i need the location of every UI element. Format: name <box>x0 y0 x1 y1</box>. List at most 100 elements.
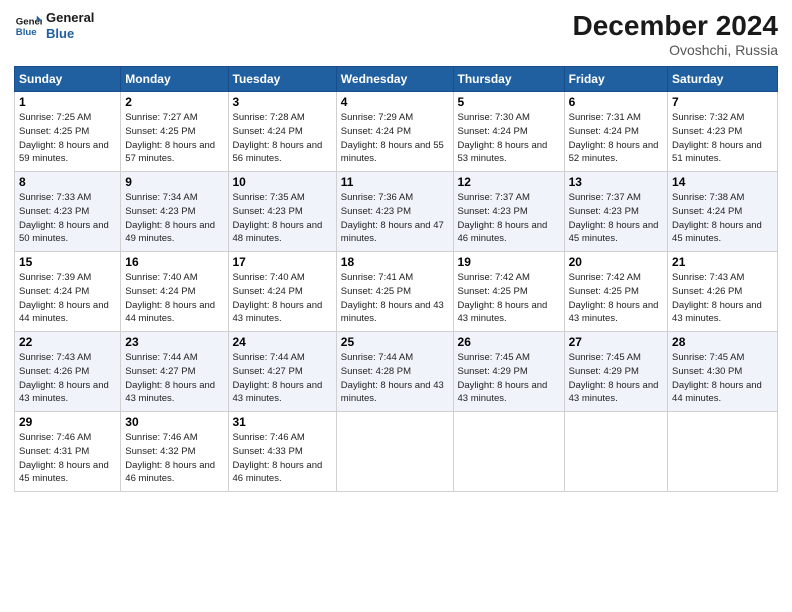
col-header-thursday: Thursday <box>453 67 564 92</box>
calendar-cell: 20 Sunrise: 7:42 AMSunset: 4:25 PMDayligh… <box>564 252 667 332</box>
day-number: 27 <box>569 335 663 349</box>
header-row: SundayMondayTuesdayWednesdayThursdayFrid… <box>15 67 778 92</box>
calendar-cell: 16 Sunrise: 7:40 AMSunset: 4:24 PMDayligh… <box>121 252 228 332</box>
cell-info: Sunrise: 7:40 AMSunset: 4:24 PMDaylight:… <box>233 272 323 324</box>
calendar-cell: 23 Sunrise: 7:44 AMSunset: 4:27 PMDayligh… <box>121 332 228 412</box>
logo-icon: General Blue <box>14 12 42 40</box>
cell-info: Sunrise: 7:32 AMSunset: 4:23 PMDaylight:… <box>672 112 762 164</box>
week-row-2: 8Sunrise: 7:33 AMSunset: 4:23 PMDaylight… <box>15 172 778 252</box>
calendar-cell: 4 Sunrise: 7:29 AMSunset: 4:24 PMDaylight… <box>336 92 453 172</box>
day-number: 4 <box>341 95 449 109</box>
cell-info: Sunrise: 7:30 AMSunset: 4:24 PMDaylight:… <box>458 112 548 164</box>
cell-info: Sunrise: 7:38 AMSunset: 4:24 PMDaylight:… <box>672 192 762 244</box>
header: General Blue General Blue December 2024 … <box>14 10 778 58</box>
cell-info: Sunrise: 7:39 AMSunset: 4:24 PMDaylight:… <box>19 272 109 324</box>
location: Ovoshchi, Russia <box>573 42 778 58</box>
calendar-cell: 9 Sunrise: 7:34 AMSunset: 4:23 PMDaylight… <box>121 172 228 252</box>
day-number: 25 <box>341 335 449 349</box>
day-number: 19 <box>458 255 560 269</box>
day-number: 2 <box>125 95 223 109</box>
cell-info: Sunrise: 7:46 AMSunset: 4:32 PMDaylight:… <box>125 432 215 484</box>
calendar-cell <box>564 412 667 492</box>
cell-info: Sunrise: 7:45 AMSunset: 4:30 PMDaylight:… <box>672 352 762 404</box>
calendar-cell: 30 Sunrise: 7:46 AMSunset: 4:32 PMDayligh… <box>121 412 228 492</box>
calendar-cell: 6 Sunrise: 7:31 AMSunset: 4:24 PMDaylight… <box>564 92 667 172</box>
cell-info: Sunrise: 7:40 AMSunset: 4:24 PMDaylight:… <box>125 272 215 324</box>
day-number: 22 <box>19 335 116 349</box>
cell-info: Sunrise: 7:44 AMSunset: 4:28 PMDaylight:… <box>341 352 444 404</box>
day-number: 6 <box>569 95 663 109</box>
cell-info: Sunrise: 7:46 AMSunset: 4:33 PMDaylight:… <box>233 432 323 484</box>
day-number: 16 <box>125 255 223 269</box>
calendar-cell: 3Sunrise: 7:28 AMSunset: 4:24 PMDaylight… <box>228 92 336 172</box>
calendar-cell: 29Sunrise: 7:46 AMSunset: 4:31 PMDayligh… <box>15 412 121 492</box>
logo-text: General Blue <box>46 10 94 41</box>
cell-info: Sunrise: 7:29 AMSunset: 4:24 PMDaylight:… <box>341 112 444 164</box>
day-number: 23 <box>125 335 223 349</box>
cell-info: Sunrise: 7:31 AMSunset: 4:24 PMDaylight:… <box>569 112 659 164</box>
cell-info: Sunrise: 7:25 AMSunset: 4:25 PMDaylight:… <box>19 112 109 164</box>
day-number: 17 <box>233 255 332 269</box>
calendar-cell: 28Sunrise: 7:45 AMSunset: 4:30 PMDayligh… <box>668 332 778 412</box>
day-number: 8 <box>19 175 116 189</box>
col-header-tuesday: Tuesday <box>228 67 336 92</box>
day-number: 9 <box>125 175 223 189</box>
cell-info: Sunrise: 7:42 AMSunset: 4:25 PMDaylight:… <box>569 272 659 324</box>
day-number: 15 <box>19 255 116 269</box>
calendar-cell: 5 Sunrise: 7:30 AMSunset: 4:24 PMDaylight… <box>453 92 564 172</box>
cell-info: Sunrise: 7:37 AMSunset: 4:23 PMDaylight:… <box>458 192 548 244</box>
day-number: 29 <box>19 415 116 429</box>
calendar-cell: 26 Sunrise: 7:45 AMSunset: 4:29 PMDayligh… <box>453 332 564 412</box>
day-number: 20 <box>569 255 663 269</box>
day-number: 7 <box>672 95 773 109</box>
cell-info: Sunrise: 7:43 AMSunset: 4:26 PMDaylight:… <box>672 272 762 324</box>
week-row-5: 29Sunrise: 7:46 AMSunset: 4:31 PMDayligh… <box>15 412 778 492</box>
calendar-cell: 8Sunrise: 7:33 AMSunset: 4:23 PMDaylight… <box>15 172 121 252</box>
calendar-cell <box>668 412 778 492</box>
week-row-3: 15 Sunrise: 7:39 AMSunset: 4:24 PMDayligh… <box>15 252 778 332</box>
col-header-sunday: Sunday <box>15 67 121 92</box>
logo: General Blue General Blue <box>14 10 94 41</box>
calendar-cell: 18Sunrise: 7:41 AMSunset: 4:25 PMDayligh… <box>336 252 453 332</box>
calendar-cell: 1 Sunrise: 7:25 AMSunset: 4:25 PMDaylight… <box>15 92 121 172</box>
day-number: 11 <box>341 175 449 189</box>
day-number: 30 <box>125 415 223 429</box>
cell-info: Sunrise: 7:34 AMSunset: 4:23 PMDaylight:… <box>125 192 215 244</box>
calendar-cell: 19Sunrise: 7:42 AMSunset: 4:25 PMDayligh… <box>453 252 564 332</box>
cell-info: Sunrise: 7:44 AMSunset: 4:27 PMDaylight:… <box>125 352 215 404</box>
calendar-table: SundayMondayTuesdayWednesdayThursdayFrid… <box>14 66 778 492</box>
calendar-cell: 22Sunrise: 7:43 AMSunset: 4:26 PMDayligh… <box>15 332 121 412</box>
calendar-cell: 13Sunrise: 7:37 AMSunset: 4:23 PMDayligh… <box>564 172 667 252</box>
svg-text:Blue: Blue <box>16 26 37 37</box>
calendar-cell: 21Sunrise: 7:43 AMSunset: 4:26 PMDayligh… <box>668 252 778 332</box>
calendar-cell: 14 Sunrise: 7:38 AMSunset: 4:24 PMDayligh… <box>668 172 778 252</box>
day-number: 5 <box>458 95 560 109</box>
calendar-cell: 2 Sunrise: 7:27 AMSunset: 4:25 PMDaylight… <box>121 92 228 172</box>
col-header-wednesday: Wednesday <box>336 67 453 92</box>
day-number: 31 <box>233 415 332 429</box>
cell-info: Sunrise: 7:44 AMSunset: 4:27 PMDaylight:… <box>233 352 323 404</box>
calendar-cell <box>336 412 453 492</box>
calendar-cell: 24 Sunrise: 7:44 AMSunset: 4:27 PMDayligh… <box>228 332 336 412</box>
calendar-cell: 10Sunrise: 7:35 AMSunset: 4:23 PMDayligh… <box>228 172 336 252</box>
cell-info: Sunrise: 7:36 AMSunset: 4:23 PMDaylight:… <box>341 192 444 244</box>
col-header-saturday: Saturday <box>668 67 778 92</box>
month-title: December 2024 <box>573 10 778 42</box>
col-header-friday: Friday <box>564 67 667 92</box>
day-number: 14 <box>672 175 773 189</box>
calendar-cell: 12Sunrise: 7:37 AMSunset: 4:23 PMDayligh… <box>453 172 564 252</box>
cell-info: Sunrise: 7:27 AMSunset: 4:25 PMDaylight:… <box>125 112 215 164</box>
cell-info: Sunrise: 7:41 AMSunset: 4:25 PMDaylight:… <box>341 272 444 324</box>
day-number: 1 <box>19 95 116 109</box>
cell-info: Sunrise: 7:45 AMSunset: 4:29 PMDaylight:… <box>569 352 659 404</box>
calendar-cell: 27 Sunrise: 7:45 AMSunset: 4:29 PMDayligh… <box>564 332 667 412</box>
cell-info: Sunrise: 7:37 AMSunset: 4:23 PMDaylight:… <box>569 192 659 244</box>
title-block: December 2024 Ovoshchi, Russia <box>573 10 778 58</box>
day-number: 3 <box>233 95 332 109</box>
col-header-monday: Monday <box>121 67 228 92</box>
day-number: 24 <box>233 335 332 349</box>
day-number: 10 <box>233 175 332 189</box>
cell-info: Sunrise: 7:45 AMSunset: 4:29 PMDaylight:… <box>458 352 548 404</box>
day-number: 26 <box>458 335 560 349</box>
calendar-cell: 17 Sunrise: 7:40 AMSunset: 4:24 PMDayligh… <box>228 252 336 332</box>
